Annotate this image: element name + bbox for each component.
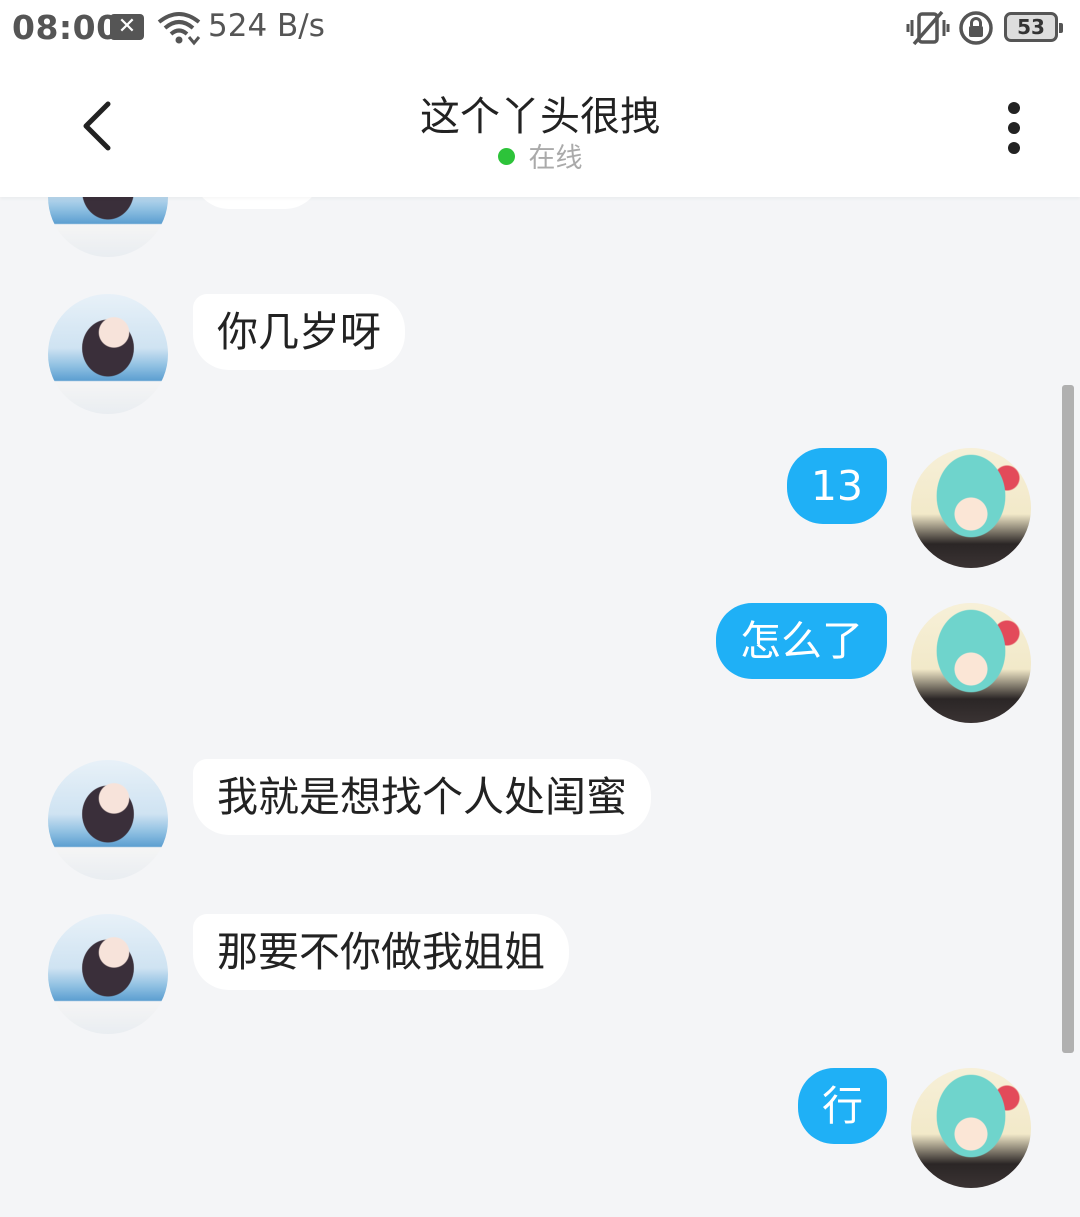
contact-avatar[interactable] (48, 294, 168, 414)
more-dot-icon (1008, 142, 1020, 154)
more-dot-icon (1008, 102, 1020, 114)
contact-avatar[interactable] (48, 760, 168, 880)
contact-avatar[interactable] (48, 197, 168, 257)
online-dot-icon (497, 148, 515, 165)
online-status-label: 在线 (528, 143, 583, 174)
message-bubble-partial[interactable] (193, 197, 321, 209)
chat-header: 这个丫头很拽 在线 (0, 56, 1080, 197)
message-list[interactable]: 你几岁呀 13 怎么了 我就是想找个人处闺蜜 那要不你做我姐姐 行 (0, 197, 1080, 1217)
message-bubble-incoming[interactable]: 我就是想找个人处闺蜜 (193, 759, 651, 835)
vibrate-off-icon (906, 10, 950, 46)
chat-title[interactable]: 这个丫头很拽 (0, 84, 1080, 142)
my-avatar[interactable] (911, 1068, 1031, 1188)
message-bubble-incoming[interactable]: 你几岁呀 (193, 294, 405, 370)
rotation-lock-icon (959, 11, 993, 45)
status-bar: 08:00 ✕ 524 B/s 53 (0, 0, 1080, 56)
status-time: 08:00 (12, 8, 120, 47)
my-avatar[interactable] (911, 448, 1031, 568)
my-avatar[interactable] (911, 603, 1031, 723)
contact-avatar[interactable] (48, 914, 168, 1034)
wifi-icon (157, 12, 201, 46)
battery-icon: 53 (1004, 12, 1063, 42)
more-dot-icon (1008, 122, 1020, 134)
online-status: 在线 (0, 136, 1080, 175)
message-bubble-outgoing[interactable]: 行 (798, 1068, 887, 1144)
notification-close-icon: ✕ (110, 14, 144, 40)
scrollbar[interactable] (1062, 385, 1074, 1053)
more-options-button[interactable] (994, 98, 1034, 158)
message-bubble-outgoing[interactable]: 13 (786, 448, 887, 524)
message-bubble-incoming[interactable]: 那要不你做我姐姐 (193, 914, 569, 990)
network-speed: 524 B/s (208, 8, 325, 44)
message-bubble-outgoing[interactable]: 怎么了 (716, 603, 887, 679)
